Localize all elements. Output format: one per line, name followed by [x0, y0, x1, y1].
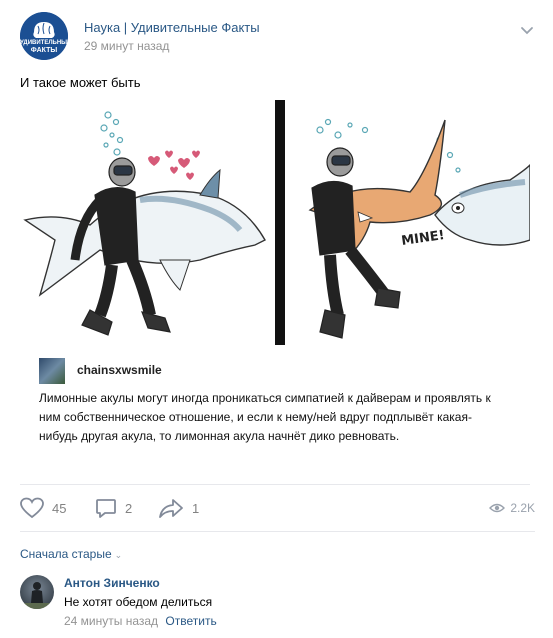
comment-meta: 24 минуты назад Ответить — [64, 614, 217, 628]
comment-author[interactable]: Антон Зинченко — [64, 576, 160, 590]
views-counter: 2.2K — [489, 494, 535, 522]
comic-mine-label: MINE! — [400, 228, 445, 249]
quote-avatar — [39, 358, 65, 384]
comment-count: 2 — [125, 500, 133, 516]
divider — [20, 531, 535, 532]
eye-icon — [489, 503, 506, 513]
person-silhouette-icon — [20, 582, 54, 609]
heart-icon — [20, 497, 44, 519]
comments-sort-dropdown[interactable]: Сначала старые ⌄ — [20, 547, 122, 561]
views-count: 2.2K — [510, 501, 535, 515]
avatar-text-line2: ФАКТЫ — [30, 47, 58, 54]
chevron-down-icon[interactable] — [519, 22, 535, 38]
comment-button[interactable]: 2 — [95, 494, 132, 522]
post-header: УДИВИТЕЛЬНЫЕ ФАКТЫ Наука | Удивительные … — [20, 12, 535, 62]
share-button[interactable]: 1 — [158, 494, 199, 522]
quote-text: Лимонные акулы могут иногда проникаться … — [39, 391, 491, 443]
comic-divider — [275, 100, 285, 345]
reply-link[interactable]: Ответить — [165, 614, 216, 628]
comic-illustration: MINE! — [23, 100, 531, 345]
sort-label: Сначала старые — [20, 547, 112, 561]
chevron-down-icon: ⌄ — [114, 550, 123, 560]
comment-text: Не хотят обедом делиться — [64, 595, 213, 609]
post-actions: 45 2 1 2.2K — [20, 494, 535, 522]
like-button[interactable]: 45 — [20, 494, 66, 522]
commenter-avatar[interactable] — [20, 575, 54, 609]
divider — [20, 484, 530, 485]
quote-block: chainsxwsmile Лимонные акулы могут иногд… — [20, 345, 530, 480]
quote-username: chainsxwsmile — [77, 363, 162, 377]
group-avatar[interactable]: УДИВИТЕЛЬНЫЕ ФАКТЫ — [20, 12, 68, 60]
post-text: И такое может быть — [20, 75, 141, 90]
avatar-text-line1: УДИВИТЕЛЬНЫЕ — [20, 40, 68, 46]
comment-icon — [96, 499, 116, 518]
share-icon — [159, 499, 183, 518]
comment-item: Антон Зинченко Не хотят обедом делиться … — [20, 573, 535, 633]
group-name-link[interactable]: Наука | Удивительные Факты — [84, 20, 260, 35]
post-image[interactable]: MINE! — [20, 100, 531, 345]
post-time[interactable]: 29 минут назад — [84, 39, 169, 53]
like-count: 45 — [52, 500, 67, 516]
share-count: 1 — [192, 500, 200, 516]
comment-time[interactable]: 24 минуты назад — [64, 614, 158, 628]
